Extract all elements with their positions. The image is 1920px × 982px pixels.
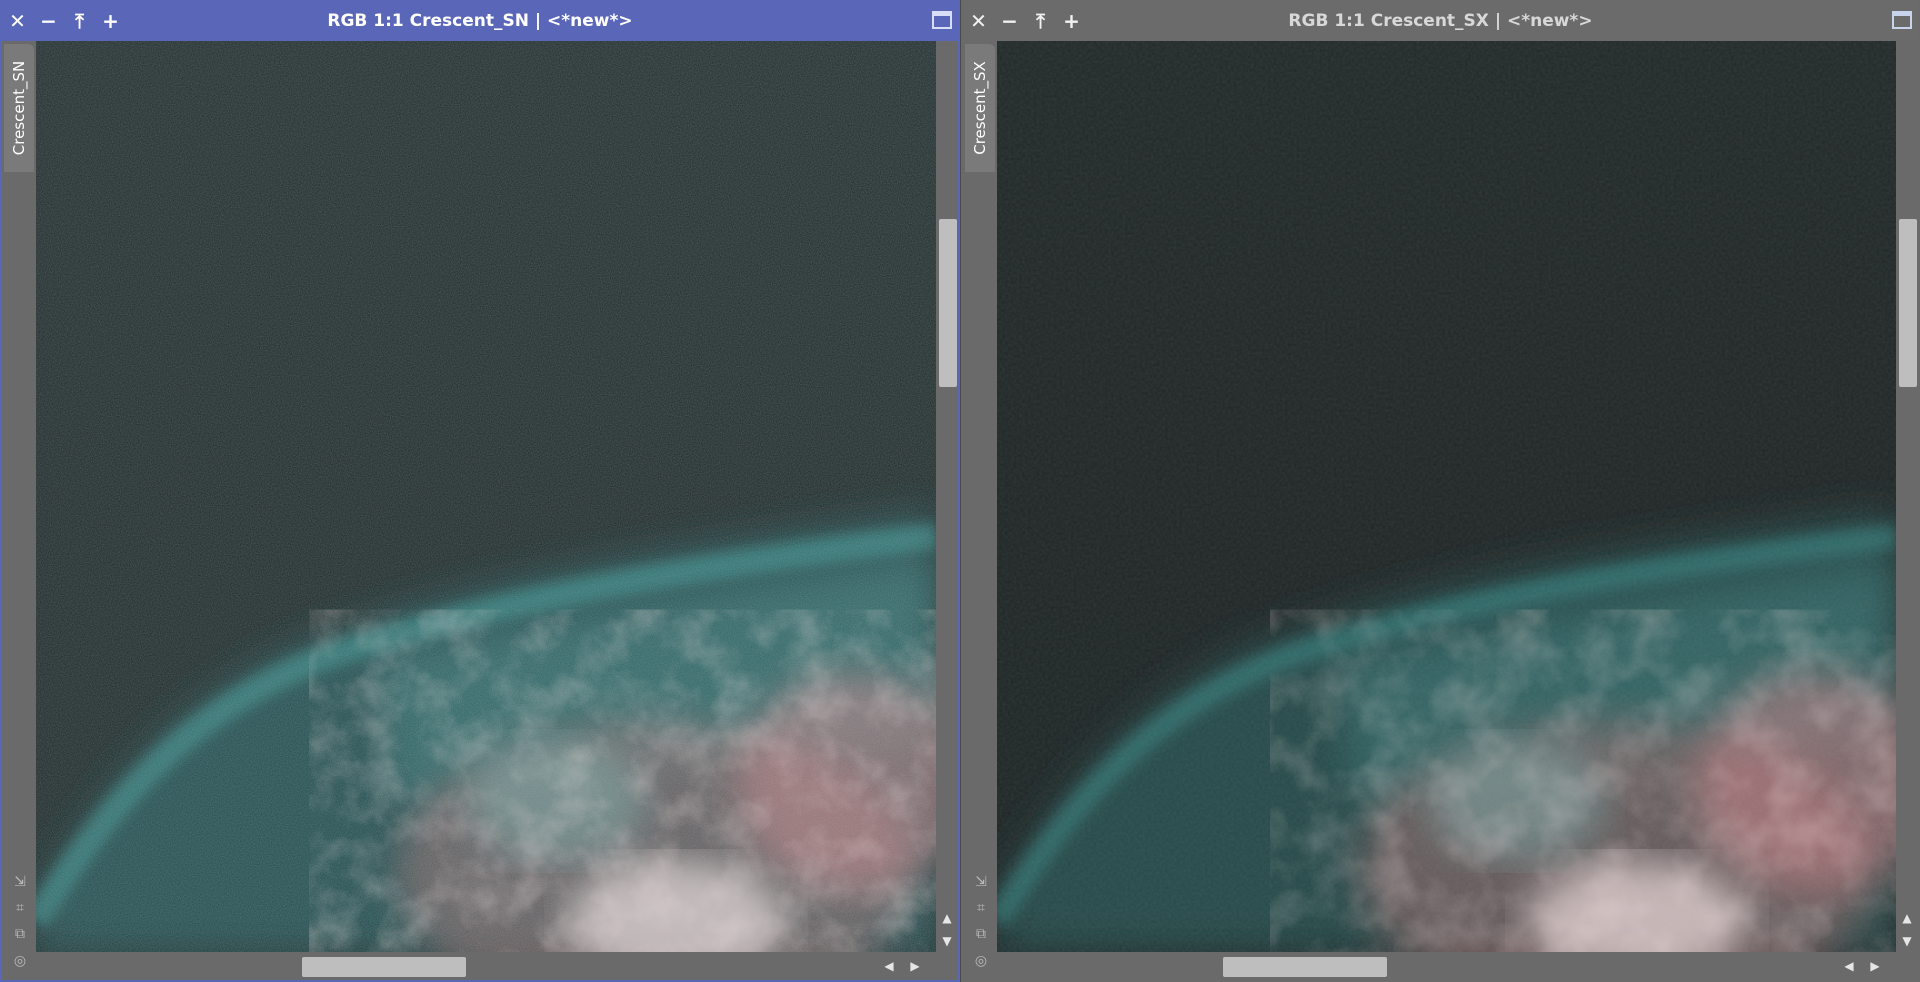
zoom-fit-icon[interactable]: ⇲ xyxy=(10,872,30,892)
horizontal-scroll-thumb[interactable] xyxy=(1223,957,1387,977)
maximize-icon[interactable] xyxy=(932,11,952,29)
shade-icon[interactable]: ⤒ xyxy=(64,0,95,41)
shade-icon[interactable]: ⤒ xyxy=(1025,0,1056,41)
close-icon[interactable]: ✕ xyxy=(963,0,994,41)
vertical-scroll-thumb[interactable] xyxy=(939,219,957,387)
maximize-icon[interactable] xyxy=(1892,11,1912,29)
image-viewport[interactable] xyxy=(36,41,936,954)
scroll-left-icon[interactable]: ◀ xyxy=(882,958,896,974)
expand-icon[interactable]: + xyxy=(1056,0,1087,41)
view-tab-label: Crescent_SN xyxy=(10,60,28,156)
horizontal-scrollbar[interactable]: ◀ ▶ xyxy=(36,952,936,980)
horizontal-scrollbar[interactable]: ◀ ▶ xyxy=(997,952,1896,980)
scroll-left-icon[interactable]: ◀ xyxy=(1842,958,1856,974)
vertical-scrollbar[interactable]: ▲ ▼ xyxy=(936,41,958,954)
title-bar[interactable]: ✕ − ⤒ + RGB 1:1 Crescent_SN | <*new*> xyxy=(2,0,958,41)
scroll-up-icon[interactable]: ▲ xyxy=(1900,911,1914,925)
minimize-icon[interactable]: − xyxy=(994,0,1025,41)
minimize-icon[interactable]: − xyxy=(33,0,64,41)
window-title: RGB 1:1 Crescent_SN | <*new*> xyxy=(327,10,633,31)
scroll-down-icon[interactable]: ▼ xyxy=(1900,934,1914,948)
nebula-image xyxy=(36,41,936,954)
vertical-scrollbar[interactable]: ▲ ▼ xyxy=(1896,41,1918,954)
scroll-right-icon[interactable]: ▶ xyxy=(908,958,922,974)
clone-view-icon[interactable]: ⧉ xyxy=(971,924,991,944)
view-tab[interactable]: Crescent_SX xyxy=(965,44,995,172)
scroll-right-icon[interactable]: ▶ xyxy=(1868,958,1882,974)
zoom-fit-icon[interactable]: ⇲ xyxy=(971,872,991,892)
target-icon[interactable]: ◎ xyxy=(971,951,991,971)
close-icon[interactable]: ✕ xyxy=(2,0,33,41)
scroll-down-icon[interactable]: ▼ xyxy=(940,934,954,948)
target-icon[interactable]: ◎ xyxy=(10,951,30,971)
image-window-right[interactable]: ✕ − ⤒ + RGB 1:1 Crescent_SX | <*new*> Cr… xyxy=(961,0,1920,982)
view-tab-label: Crescent_SX xyxy=(971,61,990,155)
nebula-image xyxy=(997,41,1897,954)
window-title: RGB 1:1 Crescent_SX | <*new*> xyxy=(1288,10,1593,31)
image-window-left[interactable]: ✕ − ⤒ + RGB 1:1 Crescent_SN | <*new*> Cr… xyxy=(0,0,960,982)
horizontal-scroll-thumb[interactable] xyxy=(302,957,466,977)
clone-view-icon[interactable]: ⧉ xyxy=(10,924,30,944)
image-viewport[interactable] xyxy=(997,41,1897,954)
fit-view-icon[interactable]: ⌗ xyxy=(971,898,991,918)
view-tab[interactable]: Crescent_SN xyxy=(4,44,34,172)
vertical-scroll-thumb[interactable] xyxy=(1899,219,1917,387)
fit-view-icon[interactable]: ⌗ xyxy=(10,898,30,918)
expand-icon[interactable]: + xyxy=(95,0,126,41)
scroll-up-icon[interactable]: ▲ xyxy=(940,911,954,925)
title-bar[interactable]: ✕ − ⤒ + RGB 1:1 Crescent_SX | <*new*> xyxy=(963,0,1918,41)
